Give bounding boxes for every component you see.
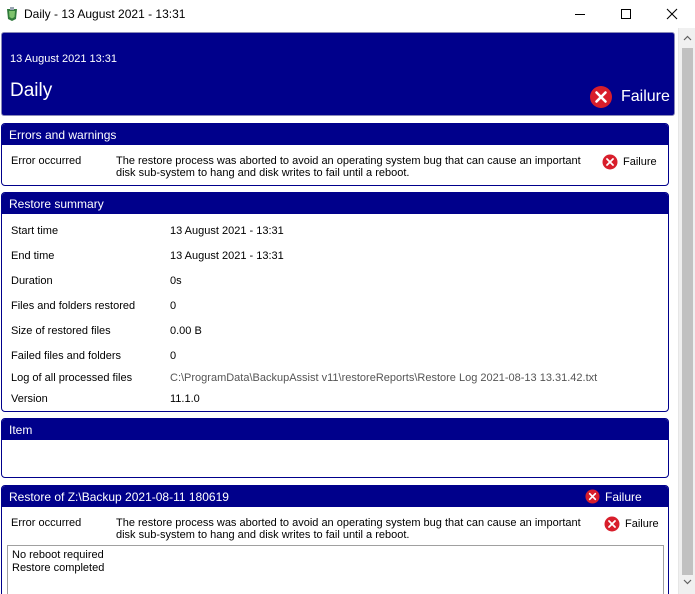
error-status: Failure <box>602 154 657 170</box>
summary-value: 0s <box>170 275 182 287</box>
report-status-label: Failure <box>621 88 670 105</box>
close-icon <box>666 8 678 20</box>
failure-icon <box>585 489 600 504</box>
window-titlebar: Daily - 13 August 2021 - 13:31 <box>0 0 695 28</box>
restore-panel: Restore of Z:\Backup 2021-08-11 180619 F… <box>1 485 669 594</box>
report-status: Failure <box>589 85 670 109</box>
report-title: Daily <box>10 80 53 101</box>
failure-icon <box>602 154 618 170</box>
chevron-down-icon <box>683 579 692 585</box>
scroll-thumb[interactable] <box>682 48 693 575</box>
summary-label: Files and folders restored <box>11 300 136 312</box>
error-message: The restore process was aborted to avoid… <box>116 517 581 541</box>
minimize-icon <box>575 14 585 15</box>
scroll-down-button[interactable] <box>679 576 695 588</box>
report-date: 13 August 2021 13:31 <box>10 53 118 65</box>
summary-label: End time <box>11 250 55 262</box>
error-message: The restore process was aborted to avoid… <box>116 155 581 179</box>
error-status-label: Failure <box>625 518 659 530</box>
error-row: Error occurred The restore process was a… <box>2 152 668 182</box>
maximize-icon <box>621 9 631 19</box>
summary-value: 0 <box>170 350 177 362</box>
error-row: Error occurred The restore process was a… <box>2 514 668 544</box>
app-icon <box>7 7 17 21</box>
summary-heading: Restore summary <box>2 193 668 214</box>
restore-heading: Restore of Z:\Backup 2021-08-11 180619 <box>9 490 229 504</box>
error-status-label: Failure <box>623 156 657 168</box>
restore-status-label: Failure <box>605 489 642 504</box>
vertical-scrollbar[interactable] <box>678 28 695 594</box>
item-panel: Item <box>1 418 669 478</box>
scroll-up-button[interactable] <box>679 32 695 44</box>
error-label: Error occurred <box>11 155 82 167</box>
summary-panel: Restore summary Start time 13 August 202… <box>1 192 669 412</box>
summary-value: 11.1.0 <box>170 393 200 405</box>
summary-label: Log of all processed files <box>11 372 133 384</box>
log-line: Restore completed <box>12 562 105 574</box>
minimize-button[interactable] <box>557 0 603 28</box>
summary-value: 0 <box>170 300 177 312</box>
summary-label: Version <box>11 393 48 405</box>
summary-label: Failed files and folders <box>11 350 122 362</box>
item-heading: Item <box>2 419 668 440</box>
error-label: Error occurred <box>11 517 82 529</box>
window-title: Daily - 13 August 2021 - 13:31 <box>24 7 186 21</box>
log-file-link[interactable]: C:\ProgramData\BackupAssist v11\restoreR… <box>170 372 597 384</box>
close-button[interactable] <box>649 0 695 28</box>
error-status: Failure <box>604 516 659 532</box>
log-line: No reboot required <box>12 549 104 561</box>
summary-label: Duration <box>11 275 53 287</box>
chevron-up-icon <box>683 35 692 41</box>
restore-log-box[interactable]: No reboot required Restore completed <box>7 545 664 594</box>
summary-label: Start time <box>11 225 59 237</box>
report-header: 13 August 2021 13:31 Daily Failure <box>1 32 675 116</box>
restore-status: Failure <box>585 489 642 504</box>
summary-value: 13 August 2021 - 13:31 <box>170 225 284 237</box>
restore-heading-bar: Restore of Z:\Backup 2021-08-11 180619 F… <box>2 486 668 507</box>
failure-icon <box>590 86 612 108</box>
errors-panel: Errors and warnings Error occurred The r… <box>1 123 669 186</box>
failure-icon <box>604 516 620 532</box>
errors-heading: Errors and warnings <box>2 124 668 145</box>
summary-label: Size of restored files <box>11 325 111 337</box>
summary-value: 13 August 2021 - 13:31 <box>170 250 284 262</box>
summary-value: 0.00 B <box>170 325 202 337</box>
maximize-button[interactable] <box>603 0 649 28</box>
